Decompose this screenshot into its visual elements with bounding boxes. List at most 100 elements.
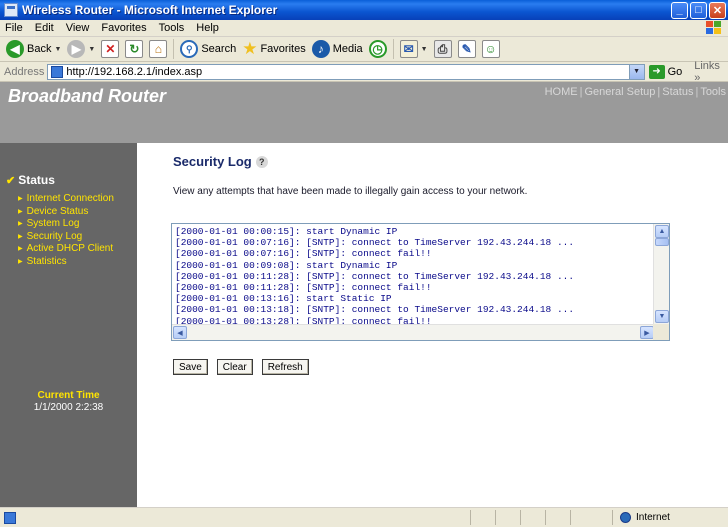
- router-brand: Broadband Router: [8, 86, 167, 106]
- browser-toolbar: ◀ Back ▼ ▶ ▼ ✕ ↻ ⌂ ⚲ Search ★ Favorites …: [0, 37, 728, 62]
- window-title-bar: Wireless Router - Microsoft Internet Exp…: [0, 0, 728, 20]
- history-button[interactable]: ◷: [368, 40, 387, 58]
- sidebar-item-device-status[interactable]: ▶ Device Status: [18, 206, 114, 219]
- sidebar-item-internet-connection[interactable]: ▶ Internet Connection: [18, 193, 114, 206]
- edit-icon: ✎: [457, 40, 476, 58]
- go-arrow-icon: ➜: [648, 64, 665, 79]
- scrollbar-corner: [653, 324, 669, 340]
- zone-label: Internet: [636, 512, 670, 523]
- status-pane-divider: [570, 510, 571, 525]
- address-input[interactable]: http://192.168.2.1/index.asp ▼: [47, 63, 645, 80]
- forward-button[interactable]: ▶ ▼: [67, 40, 95, 58]
- toolbar-divider: [173, 39, 175, 59]
- back-arrow-icon: ◀: [6, 40, 24, 58]
- sidebar-item-active-dhcp-client[interactable]: ▶ Active DHCP Client: [18, 243, 114, 256]
- page-title-text: Security Log: [173, 154, 252, 169]
- nav-home[interactable]: HOME: [545, 86, 578, 98]
- nav-general-setup[interactable]: General Setup: [584, 86, 655, 98]
- history-icon: ◷: [368, 40, 387, 58]
- forward-arrow-icon: ▶: [67, 40, 86, 58]
- mail-button[interactable]: ✉ ▼: [399, 40, 428, 58]
- status-bar: Internet: [0, 507, 728, 527]
- stop-button[interactable]: ✕: [101, 40, 120, 58]
- sidebar-section-status[interactable]: ✔ Status: [6, 173, 55, 187]
- stop-icon: ✕: [101, 40, 120, 58]
- log-line: [2000-01-01 00:11:28]: [SNTP]: connect f…: [175, 282, 432, 294]
- scroll-thumb[interactable]: [655, 238, 669, 246]
- go-button[interactable]: ➜ Go: [648, 64, 682, 79]
- menu-view[interactable]: View: [60, 22, 96, 34]
- sidebar-item-security-log[interactable]: ▶ Security Log: [18, 231, 114, 244]
- refresh-log-button[interactable]: Refresh: [261, 359, 309, 375]
- menu-tools[interactable]: Tools: [153, 22, 191, 34]
- address-dropdown-icon[interactable]: ▼: [628, 64, 644, 79]
- vertical-scrollbar[interactable]: ▲ ▼: [653, 224, 669, 324]
- dropdown-icon: ▼: [88, 45, 96, 53]
- page-description: View any attempts that have been made to…: [173, 186, 528, 197]
- dropdown-icon: ▼: [54, 45, 62, 53]
- menu-edit[interactable]: Edit: [29, 22, 60, 34]
- status-pane-divider: [495, 510, 496, 525]
- scroll-left-icon[interactable]: ◀: [173, 326, 187, 339]
- messenger-button[interactable]: ☺: [481, 40, 500, 58]
- home-button[interactable]: ⌂: [149, 40, 168, 58]
- help-icon[interactable]: ?: [255, 155, 268, 168]
- page-title: Security Log ?: [173, 154, 268, 169]
- nav-separator: |: [657, 86, 661, 98]
- sidebar-item-label: Active DHCP Client: [26, 243, 114, 255]
- log-line: [2000-01-01 00:09:08]: start Dynamic IP: [175, 259, 398, 271]
- ie-page-icon: [4, 3, 18, 17]
- favorites-label: Favorites: [260, 43, 306, 55]
- address-label: Address: [4, 65, 45, 78]
- menu-file[interactable]: File: [0, 22, 29, 34]
- globe-icon: [620, 512, 631, 523]
- favorites-button[interactable]: ★ Favorites: [242, 39, 306, 59]
- address-bar: Address http://192.168.2.1/index.asp ▼ ➜…: [0, 60, 728, 84]
- log-line: [2000-01-01 00:00:15]: start Dynamic IP: [175, 226, 398, 237]
- security-zone: Internet: [620, 510, 670, 525]
- sidebar-item-statistics[interactable]: ▶ Statistics: [18, 256, 114, 269]
- scroll-up-icon[interactable]: ▲: [655, 225, 669, 238]
- refresh-button[interactable]: ↻: [125, 40, 144, 58]
- home-icon: ⌂: [149, 40, 168, 58]
- windows-logo-icon: [706, 21, 724, 36]
- top-navigation: HOME | General Setup | Status | Tools: [545, 86, 726, 98]
- star-icon: ★: [242, 39, 258, 58]
- media-button[interactable]: ♪ Media: [311, 40, 363, 58]
- search-icon: ⚲: [180, 40, 199, 58]
- print-button[interactable]: ⎙: [433, 40, 452, 58]
- sidebar-item-label: Statistics: [26, 255, 67, 267]
- media-label: Media: [332, 43, 363, 55]
- triangle-right-icon: ▶: [18, 196, 23, 202]
- router-header: Broadband Router HOME | General Setup | Stat…: [0, 82, 728, 143]
- menu-favorites[interactable]: Favorites: [95, 22, 152, 34]
- window-title: Wireless Router - Microsoft Internet Exp…: [22, 3, 278, 17]
- triangle-right-icon: ▶: [18, 208, 23, 215]
- minimize-button[interactable]: _: [671, 1, 688, 19]
- triangle-right-icon: ▶: [18, 233, 23, 240]
- page-icon: [51, 65, 64, 78]
- edit-button[interactable]: ✎: [457, 40, 476, 58]
- links-toolbar[interactable]: Links »: [694, 60, 728, 84]
- clear-button[interactable]: Clear: [216, 359, 253, 375]
- log-line: [2000-01-01 00:07:16]: [SNTP]: connect t…: [175, 237, 575, 249]
- links-label: Links: [694, 59, 720, 72]
- nav-tools[interactable]: Tools: [700, 86, 726, 98]
- back-label: Back: [27, 43, 52, 55]
- menu-help[interactable]: Help: [190, 22, 225, 34]
- save-button[interactable]: Save: [173, 359, 208, 375]
- nav-status[interactable]: Status: [662, 86, 693, 98]
- maximize-button[interactable]: □: [690, 1, 707, 19]
- horizontal-scrollbar[interactable]: ◀ ▶: [172, 324, 655, 340]
- close-button[interactable]: ✕: [709, 1, 726, 19]
- status-pane-divider: [520, 510, 521, 525]
- back-button[interactable]: ◀ Back ▼: [6, 40, 61, 58]
- search-button[interactable]: ⚲ Search: [180, 40, 236, 58]
- security-log-textarea[interactable]: [2000-01-01 00:00:15]: start Dynamic IP[…: [171, 223, 670, 341]
- toolbar-divider: [392, 39, 394, 59]
- triangle-right-icon: ▶: [18, 258, 23, 265]
- mail-icon: ✉: [399, 40, 418, 58]
- scroll-right-icon[interactable]: ▶: [640, 326, 654, 339]
- scroll-down-icon[interactable]: ▼: [655, 310, 669, 323]
- sidebar-item-system-log[interactable]: ▶ System Log: [18, 218, 114, 231]
